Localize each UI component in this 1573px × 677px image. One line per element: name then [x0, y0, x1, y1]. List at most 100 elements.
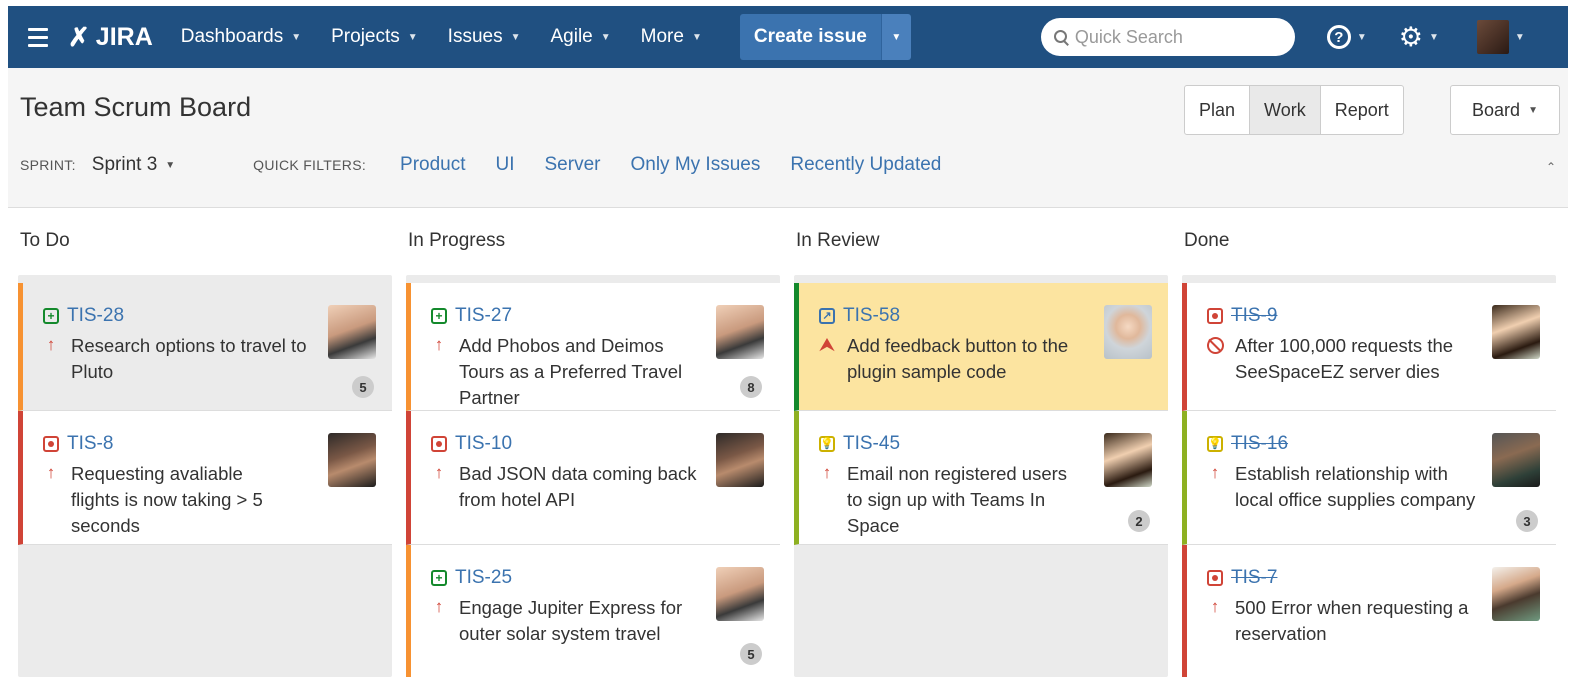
- quick-filters-label: QUICK FILTERS:: [253, 157, 367, 173]
- nav-label: Dashboards: [180, 26, 284, 47]
- chevron-down-icon: ▼: [600, 31, 611, 43]
- issue-card[interactable]: + TIS-27 ↑ Add Phobos and Deimos Tours a…: [406, 283, 780, 411]
- board-header: Team Scrum Board Plan Work Report Board …: [8, 68, 1568, 208]
- nav-label: Issues: [447, 26, 503, 47]
- help-icon: ?: [1326, 25, 1351, 49]
- jira-logo-text: JIRA: [95, 22, 153, 51]
- issue-card[interactable]: TIS-10 ↑ Bad JSON data coming back from …: [406, 411, 780, 545]
- story-icon: +: [431, 570, 447, 586]
- story-icon: +: [431, 308, 447, 324]
- column-header-in-progress: In Progress: [408, 230, 506, 251]
- settings-menu[interactable]: ⚙ ▼: [1398, 21, 1439, 52]
- quick-filter-recently-updated[interactable]: Recently Updated: [790, 154, 941, 176]
- priority-blocker-icon: [1207, 337, 1224, 354]
- column-todo: + TIS-28 ↑ Research options to travel to…: [18, 275, 392, 677]
- filter-bar: SPRINT: Sprint 3 ▼ QUICK FILTERS: Produc…: [20, 154, 941, 176]
- quick-filter-ui[interactable]: UI: [496, 154, 515, 176]
- issue-card[interactable]: TIS-9 After 100,000 requests the SeeSpac…: [1182, 283, 1556, 411]
- issue-summary: After 100,000 requests the SeeSpaceEZ se…: [1235, 335, 1454, 382]
- create-issue-dropdown[interactable]: ▼: [880, 14, 911, 60]
- sprint-selector[interactable]: Sprint 3 ▼: [92, 154, 175, 176]
- issue-key-row: TIS-8: [43, 433, 113, 455]
- work-button[interactable]: Work: [1250, 86, 1321, 134]
- menu-icon[interactable]: [8, 6, 68, 68]
- issue-card[interactable]: TIS-8 ↑ Requesting avaliable flights is …: [18, 411, 392, 545]
- improvement-icon: ↗: [819, 308, 835, 324]
- chevron-down-icon: ▼: [510, 31, 521, 43]
- issue-card[interactable]: 💡 TIS-16 ↑ Establish relationship with l…: [1182, 411, 1556, 545]
- column-header-in-review: In Review: [796, 230, 880, 251]
- board-menu-button[interactable]: Board ▼: [1450, 85, 1560, 135]
- collapse-icon[interactable]: ⌃: [1546, 160, 1556, 174]
- quick-search[interactable]: [1040, 18, 1295, 56]
- priority-high-icon: ↑: [822, 463, 832, 482]
- create-issue-group: Create issue ▼: [739, 14, 911, 60]
- quick-filter-only-my-issues[interactable]: Only My Issues: [630, 154, 760, 176]
- jira-logo[interactable]: ✗ JIRA: [68, 22, 153, 53]
- nav-issues[interactable]: Issues ▼: [448, 26, 521, 48]
- issue-key[interactable]: TIS-58: [843, 305, 900, 327]
- column-in-review: ↗ TIS-58 ⮝ Add feedback button to the pl…: [794, 275, 1168, 677]
- priority-high-icon: ↑: [1210, 597, 1220, 616]
- assignee-avatar: [328, 433, 376, 487]
- story-points-badge: 3: [1516, 510, 1538, 532]
- jira-logo-icon: ✗: [68, 21, 90, 52]
- story-points-badge: 5: [352, 376, 374, 398]
- issue-summary: Add Phobos and Deimos Tours as a Preferr…: [459, 335, 683, 408]
- issue-summary: Add feedback button to the plugin sample…: [847, 335, 1069, 382]
- issue-key-row: 💡 TIS-16: [1207, 433, 1288, 455]
- page-title: Team Scrum Board: [20, 92, 252, 122]
- priority-high-icon: ↑: [434, 335, 444, 354]
- bug-icon: [431, 436, 447, 452]
- sprint-value: Sprint 3: [91, 154, 158, 175]
- issue-key[interactable]: TIS-27: [455, 305, 512, 327]
- issue-key[interactable]: TIS-45: [843, 433, 900, 455]
- plan-button[interactable]: Plan: [1185, 86, 1251, 134]
- quick-filter-product[interactable]: Product: [400, 154, 465, 176]
- bug-icon: [1207, 308, 1223, 324]
- story-points-badge: 8: [740, 376, 762, 398]
- sprint-label: SPRINT:: [20, 157, 76, 173]
- issue-key-row: ↗ TIS-58: [819, 305, 900, 327]
- chevron-down-icon: ▼: [1514, 31, 1525, 43]
- issue-key[interactable]: TIS-10: [455, 433, 512, 455]
- report-button[interactable]: Report: [1321, 86, 1403, 134]
- create-issue-button[interactable]: Create issue: [739, 14, 881, 60]
- issue-summary: 500 Error when requesting a reservation: [1235, 597, 1469, 644]
- chevron-down-icon: ▼: [291, 31, 302, 43]
- gear-icon: ⚙: [1398, 21, 1423, 52]
- issue-summary: Requesting avaliable flights is now taki…: [71, 463, 263, 536]
- issue-card[interactable]: ↗ TIS-58 ⮝ Add feedback button to the pl…: [794, 283, 1168, 411]
- story-points-badge: 5: [740, 643, 762, 665]
- issue-summary: Engage Jupiter Express for outer solar s…: [459, 597, 683, 644]
- assignee-avatar: [1492, 433, 1540, 487]
- chevron-down-icon: ▼: [1528, 104, 1538, 116]
- priority-high-icon: ↑: [46, 335, 56, 354]
- issue-key[interactable]: TIS-25: [455, 567, 512, 589]
- issue-key-row: 💡 TIS-45: [819, 433, 900, 455]
- issue-summary: Research options to travel to Pluto: [71, 335, 307, 382]
- issue-key[interactable]: TIS-16: [1231, 433, 1288, 455]
- chevron-down-icon: ▼: [165, 159, 176, 171]
- issue-key[interactable]: TIS-28: [67, 305, 124, 327]
- help-menu[interactable]: ? ▼: [1326, 25, 1367, 49]
- issue-card[interactable]: TIS-7 ↑ 500 Error when requesting a rese…: [1182, 545, 1556, 677]
- nav-more[interactable]: More ▼: [641, 26, 702, 48]
- quick-search-input[interactable]: [1074, 26, 1275, 48]
- user-menu[interactable]: ▼: [1439, 20, 1525, 54]
- issue-key[interactable]: TIS-9: [1231, 305, 1277, 327]
- issue-key[interactable]: TIS-7: [1231, 567, 1277, 589]
- nav-dashboards[interactable]: Dashboards ▼: [181, 26, 301, 48]
- view-switcher: Plan Work Report: [1184, 85, 1404, 135]
- issue-card[interactable]: + TIS-25 ↑ Engage Jupiter Express for ou…: [406, 545, 780, 677]
- nav-agile[interactable]: Agile ▼: [551, 26, 611, 48]
- assignee-avatar: [1104, 433, 1152, 487]
- issue-card[interactable]: 💡 TIS-45 ↑ Email non registered users to…: [794, 411, 1168, 545]
- issue-key-row: + TIS-28: [43, 305, 124, 327]
- quick-filter-server[interactable]: Server: [545, 154, 601, 176]
- issue-key[interactable]: TIS-8: [67, 433, 113, 455]
- column-header-done: Done: [1184, 230, 1230, 251]
- issue-card[interactable]: + TIS-28 ↑ Research options to travel to…: [18, 283, 392, 411]
- nav-projects[interactable]: Projects ▼: [331, 26, 418, 48]
- priority-high-icon: ↑: [46, 463, 56, 482]
